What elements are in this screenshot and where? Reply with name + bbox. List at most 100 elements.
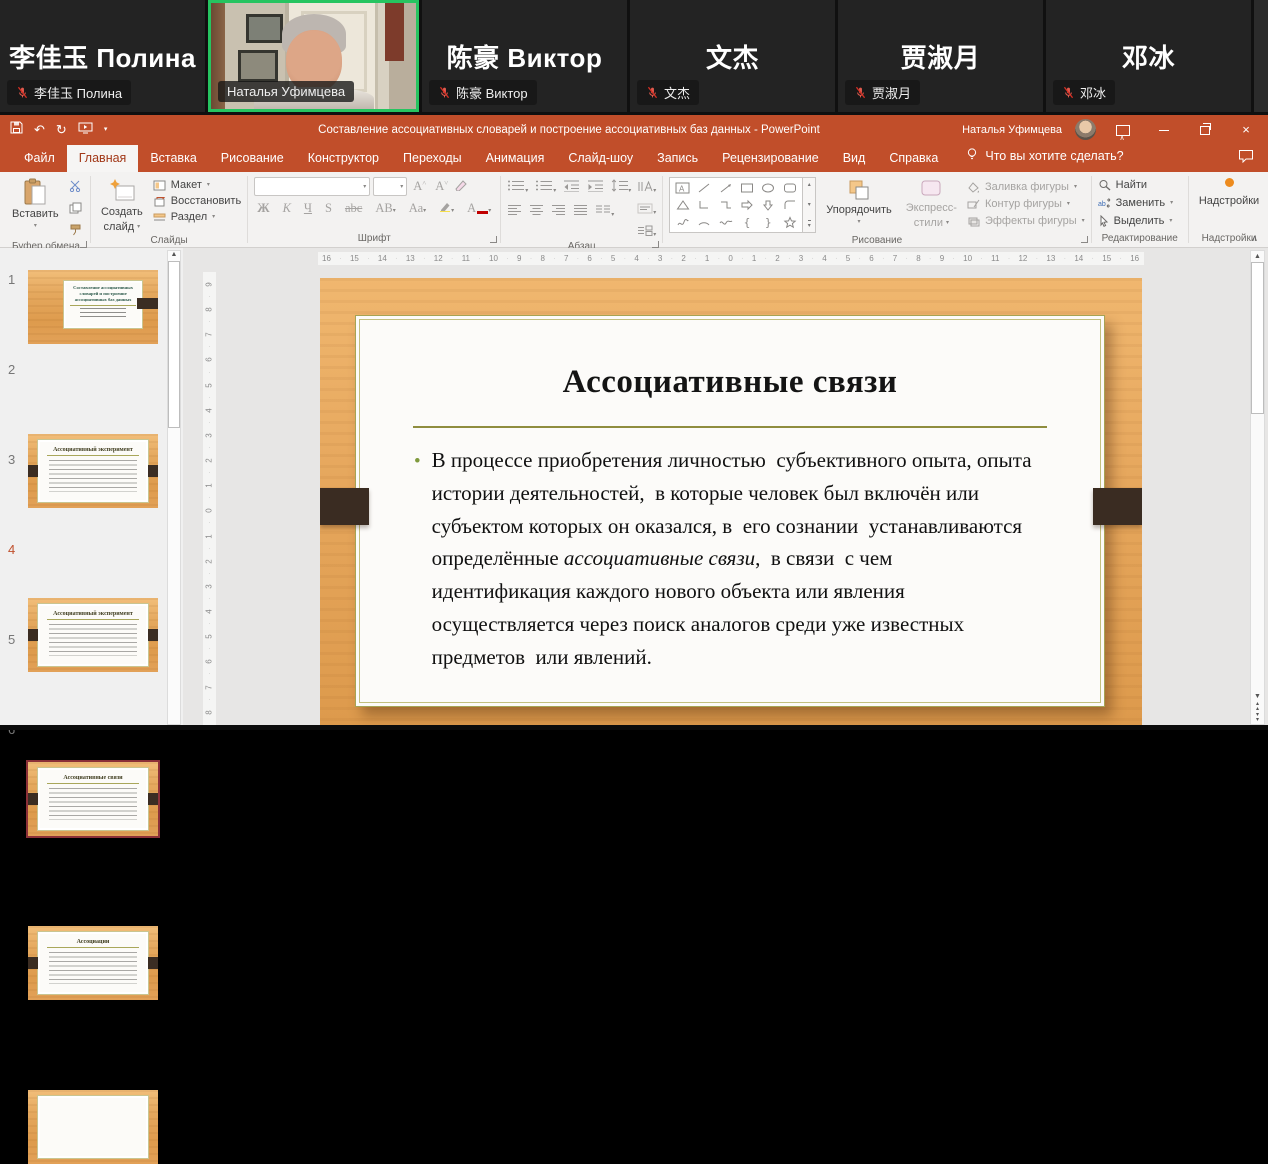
tab-help[interactable]: Справка [877, 145, 950, 172]
shapes-gallery-scroll[interactable]: ▴▾▾ [803, 177, 816, 233]
select-button[interactable]: Выделить▾ [1098, 215, 1173, 227]
comments-icon[interactable] [1238, 149, 1254, 172]
slide-thumbnail-4-selected[interactable]: Ассоциативные связи [28, 762, 158, 836]
italic-button[interactable]: К [280, 201, 294, 216]
highlight-color-button[interactable]: ▾ [436, 201, 457, 216]
save-icon[interactable] [10, 121, 23, 139]
arrange-button[interactable]: Упорядочить▾ [822, 177, 895, 233]
font-dialog-launcher[interactable] [490, 236, 497, 243]
participant-tile[interactable]: 文杰 文杰 [630, 0, 835, 112]
bold-button[interactable]: Ж [254, 201, 272, 216]
tab-view[interactable]: Вид [831, 145, 878, 172]
slide-thumbnail-5[interactable]: Ассоциации [28, 926, 158, 1000]
tell-me-search[interactable]: Что вы хотите сделать? [966, 147, 1123, 172]
paste-button[interactable]: Вставить▾ [8, 177, 63, 241]
format-painter-icon[interactable] [69, 223, 83, 241]
columns-icon[interactable]: ▾ [595, 203, 614, 221]
bullets-icon[interactable]: ▾ [507, 179, 528, 197]
quick-styles-button[interactable]: Экспресс- стили▾ [902, 177, 961, 233]
ribbon-display-options-button[interactable] [1109, 115, 1137, 144]
justify-icon[interactable] [573, 203, 588, 221]
convert-smartart-icon[interactable]: ▾ [637, 223, 656, 241]
align-text-icon[interactable]: ▾ [637, 201, 656, 219]
find-button[interactable]: Найти [1098, 179, 1173, 191]
close-button[interactable]: × [1232, 115, 1260, 144]
font-size-combobox[interactable]: ▾ [373, 177, 407, 196]
slide-canvas[interactable]: Ассоциативные связи • В процессе приобре… [320, 278, 1142, 725]
participant-tile[interactable]: 邓冰 邓冰 [1046, 0, 1251, 112]
shapes-gallery[interactable]: A { [669, 177, 803, 233]
font-name-combobox[interactable]: ▾ [254, 177, 370, 196]
paragraph-dialog-launcher[interactable] [652, 241, 659, 248]
layout-button[interactable]: Макет▾ [153, 179, 241, 191]
shape-fill-button[interactable]: Заливка фигуры▾ [967, 181, 1085, 193]
replace-button[interactable]: abЗаменить▾ [1098, 197, 1173, 209]
increase-indent-icon[interactable] [587, 179, 604, 197]
align-center-icon[interactable] [529, 203, 544, 221]
customize-qat-icon[interactable]: ▾ [104, 126, 108, 133]
grow-font-button[interactable]: А˄ [410, 179, 429, 194]
participant-tile-active-speaker[interactable]: Наталья Уфимцева [208, 0, 419, 112]
shape-outline-button[interactable]: Контур фигуры▾ [967, 198, 1085, 210]
previous-slide-button[interactable]: ▴▴ [1256, 702, 1259, 711]
account-avatar[interactable] [1075, 119, 1096, 140]
tab-insert[interactable]: Вставка [138, 145, 208, 172]
scrollbar-thumb[interactable] [168, 261, 180, 428]
copy-icon[interactable] [69, 201, 83, 219]
drawing-dialog-launcher[interactable] [1081, 236, 1088, 243]
cut-icon[interactable] [69, 179, 83, 197]
participant-tile[interactable]: 李佳玉 Полина 李佳玉 Полина [0, 0, 205, 112]
clear-formatting-icon[interactable] [454, 178, 467, 196]
character-spacing-button[interactable]: АВ▾ [372, 201, 398, 216]
start-slideshow-icon[interactable] [78, 121, 93, 139]
slide-title[interactable]: Ассоциативные связи [356, 364, 1104, 401]
minimize-button[interactable] [1150, 115, 1178, 144]
slide-thumbnail-3[interactable]: Ассоциативный эксперимент [28, 598, 158, 672]
tab-file[interactable]: Файл [12, 145, 67, 172]
tab-review[interactable]: Рецензирование [710, 145, 831, 172]
text-shadow-button[interactable]: S [322, 201, 335, 216]
slide-body-textbox[interactable]: • В процессе приобретения личностью субъ… [414, 444, 1052, 673]
scroll-up-icon[interactable]: ▲ [1254, 253, 1261, 260]
align-left-icon[interactable] [507, 203, 522, 221]
restore-button[interactable] [1191, 115, 1219, 144]
slide-thumbnail-2[interactable]: Ассоциативный эксперимент [28, 434, 158, 508]
slide-thumbnail-6[interactable] [28, 1090, 158, 1164]
strikethrough-button[interactable]: abc [342, 201, 365, 216]
underline-button[interactable]: Ч [301, 201, 315, 216]
decrease-indent-icon[interactable] [563, 179, 580, 197]
shrink-font-button[interactable]: А˅ [432, 179, 451, 194]
collapse-ribbon-icon[interactable]: ∧ [1251, 233, 1258, 244]
tab-draw[interactable]: Рисование [209, 145, 296, 172]
numbering-icon[interactable]: ▾ [535, 179, 556, 197]
reset-button[interactable]: Восстановить [153, 195, 241, 207]
participant-tile[interactable]: 贾淑月 贾淑月 [838, 0, 1043, 112]
scrollbar-thumb[interactable] [1251, 262, 1264, 414]
shape-effects-button[interactable]: Эффекты фигуры▾ [967, 215, 1085, 227]
new-slide-button[interactable]: Создать слайд▾ [97, 177, 147, 234]
undo-icon[interactable]: ↶ [34, 123, 45, 136]
tab-transitions[interactable]: Переходы [391, 145, 474, 172]
addins-button[interactable]: Надстройки [1195, 177, 1263, 230]
account-name[interactable]: Наталья Уфимцева [962, 124, 1062, 136]
tab-record[interactable]: Запись [645, 145, 710, 172]
scroll-down-icon[interactable]: ▼ [1254, 693, 1261, 700]
change-case-button[interactable]: Аа▾ [406, 201, 429, 216]
align-right-icon[interactable] [551, 203, 566, 221]
line-spacing-icon[interactable]: ▾ [611, 179, 631, 197]
section-button[interactable]: Раздел▾ [153, 211, 241, 223]
clipboard-dialog-launcher[interactable] [80, 241, 87, 248]
tab-design[interactable]: Конструктор [296, 145, 391, 172]
scroll-up-icon[interactable]: ▲ [171, 251, 178, 258]
slide-thumbnail-1[interactable]: Составление ассоциативных словарей и пос… [28, 270, 158, 344]
tab-slideshow[interactable]: Слайд-шоу [556, 145, 645, 172]
main-scrollbar[interactable]: ▲ ▼ ▴▴ ▾▾ [1250, 250, 1265, 725]
redo-icon[interactable]: ↻ [56, 123, 67, 136]
text-direction-icon[interactable]: ▾ [637, 179, 656, 197]
thumbnail-scrollbar[interactable]: ▲ [167, 250, 181, 725]
next-slide-button[interactable]: ▾▾ [1256, 713, 1259, 722]
tab-home[interactable]: Главная [67, 145, 139, 172]
tab-animations[interactable]: Анимация [474, 145, 557, 172]
font-color-button[interactable]: А▾ [464, 201, 494, 216]
participant-tile[interactable]: 陈豪 Виктор 陈豪 Виктор [422, 0, 627, 112]
